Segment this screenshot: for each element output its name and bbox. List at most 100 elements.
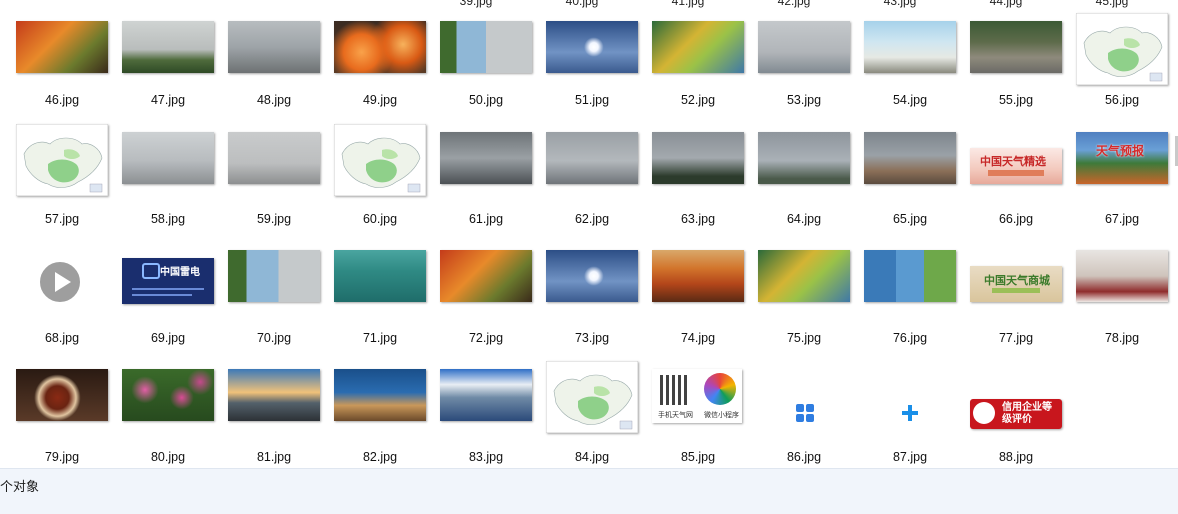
- file-thumbnail: 手机天气网 微信小程序: [652, 369, 742, 423]
- file-item[interactable]: 59.jpg: [228, 132, 334, 249]
- file-thumbnail: [228, 369, 320, 421]
- qr-caption-left: 手机天气网: [658, 412, 693, 419]
- file-thumbnail: [440, 250, 532, 302]
- file-item[interactable]: 83.jpg: [440, 369, 546, 468]
- file-thumbnail: [440, 132, 532, 184]
- file-item[interactable]: 74.jpg: [652, 250, 758, 367]
- plus-icon: [902, 405, 918, 421]
- file-caption: 85.jpg: [680, 450, 716, 464]
- file-thumbnail: [546, 250, 638, 302]
- file-thumbnail: [1076, 13, 1168, 85]
- file-caption: 45.jpg: [1095, 0, 1129, 8]
- file-item[interactable]: 84.jpg: [546, 361, 652, 468]
- file-item[interactable]: 58.jpg: [122, 132, 228, 249]
- file-item[interactable]: 63.jpg: [652, 132, 758, 249]
- file-caption: 61.jpg: [468, 212, 504, 226]
- file-thumbnail: [122, 369, 214, 421]
- file-item[interactable]: 天气预报 67.jpg: [1076, 132, 1178, 249]
- play-video-icon: [38, 260, 82, 304]
- file-caption: 50.jpg: [468, 93, 504, 107]
- file-caption: 66.jpg: [998, 212, 1034, 226]
- file-caption: 82.jpg: [362, 450, 398, 464]
- file-caption: 56.jpg: [1104, 93, 1140, 107]
- file-item[interactable]: 70.jpg: [228, 250, 334, 367]
- file-item[interactable]: 手机天气网 微信小程序 85.jpg: [652, 369, 758, 468]
- file-item[interactable]: 57.jpg: [16, 124, 122, 249]
- file-item[interactable]: 62.jpg: [546, 132, 652, 249]
- file-thumbnail: [758, 250, 850, 302]
- file-caption: 84.jpg: [574, 450, 610, 464]
- file-caption: 58.jpg: [150, 212, 186, 226]
- file-item[interactable]: 68.jpg: [16, 250, 122, 367]
- file-item[interactable]: 80.jpg: [122, 369, 228, 468]
- file-item[interactable]: 54.jpg: [864, 21, 970, 138]
- file-caption: 75.jpg: [786, 331, 822, 345]
- file-caption: 80.jpg: [150, 450, 186, 464]
- mini-program-icon: [704, 373, 736, 405]
- file-item[interactable]: 82.jpg: [334, 369, 440, 468]
- file-thumbnail: [122, 21, 214, 73]
- file-item[interactable]: 中国天气商城 77.jpg: [970, 250, 1076, 367]
- file-item[interactable]: 50.jpg: [440, 21, 546, 138]
- file-thumbnail: [122, 132, 214, 184]
- file-item[interactable]: 79.jpg: [16, 369, 122, 468]
- file-thumbnail: [546, 132, 638, 184]
- app-grid-icon: [796, 404, 814, 422]
- file-item[interactable]: 76.jpg: [864, 250, 970, 367]
- file-item[interactable]: 56.jpg: [1076, 13, 1178, 138]
- file-item[interactable]: 72.jpg: [440, 250, 546, 367]
- file-item[interactable]: 81.jpg: [228, 369, 334, 468]
- file-item[interactable]: 87.jpg: [864, 369, 970, 468]
- file-item[interactable]: 86.jpg: [758, 369, 864, 468]
- status-bar: 个对象: [0, 468, 1178, 514]
- file-item[interactable]: 51.jpg: [546, 21, 652, 138]
- file-caption: 74.jpg: [680, 331, 716, 345]
- file-thumbnail: [758, 132, 850, 184]
- file-caption: 72.jpg: [468, 331, 504, 345]
- file-item[interactable]: 中国天气精选 66.jpg: [970, 132, 1076, 249]
- file-item[interactable]: 49.jpg: [334, 21, 440, 138]
- file-caption: 40.jpg: [565, 0, 599, 8]
- file-thumbnail: 天气预报: [1076, 132, 1168, 184]
- file-caption: 41.jpg: [671, 0, 705, 8]
- file-item[interactable]: 61.jpg: [440, 132, 546, 249]
- file-item[interactable]: 48.jpg: [228, 21, 334, 138]
- file-item[interactable]: 47.jpg: [122, 21, 228, 138]
- file-thumbnail: [758, 21, 850, 73]
- file-caption: 81.jpg: [256, 450, 292, 464]
- file-caption: 54.jpg: [892, 93, 928, 107]
- file-caption: 47.jpg: [150, 93, 186, 107]
- file-item[interactable]: 60.jpg: [334, 124, 440, 249]
- file-thumbnail: 中国天气精选: [970, 148, 1062, 184]
- file-caption: 62.jpg: [574, 212, 610, 226]
- file-item[interactable]: 55.jpg: [970, 21, 1076, 138]
- file-thumbnail: [864, 132, 956, 184]
- file-caption: 64.jpg: [786, 212, 822, 226]
- file-thumbnail: 中国天气商城: [970, 266, 1062, 302]
- file-thumbnail: [970, 21, 1062, 73]
- file-caption: 57.jpg: [44, 212, 80, 226]
- banner-title: 中国天气精选: [980, 156, 1046, 168]
- file-caption: 69.jpg: [150, 331, 186, 345]
- file-thumbnail: [16, 369, 108, 421]
- file-thumbnail: 信用企业等级评价: [970, 399, 1062, 429]
- file-caption: 42.jpg: [777, 0, 811, 8]
- file-item[interactable]: 52.jpg: [652, 21, 758, 138]
- file-item[interactable]: 信用企业等级评价 88.jpg: [970, 369, 1076, 468]
- file-item[interactable]: 中国雷电 69.jpg: [122, 250, 228, 367]
- item-count-label: 个对象: [0, 479, 40, 494]
- file-thumbnail: [652, 21, 744, 73]
- file-item[interactable]: 46.jpg: [16, 21, 122, 138]
- file-caption: 49.jpg: [362, 93, 398, 107]
- file-thumbnail: [334, 369, 426, 421]
- file-item[interactable]: 78.jpg: [1076, 250, 1178, 367]
- file-item[interactable]: 71.jpg: [334, 250, 440, 367]
- file-item[interactable]: 53.jpg: [758, 21, 864, 138]
- file-item[interactable]: 64.jpg: [758, 132, 864, 249]
- file-view[interactable]: 39.jpg 40.jpg 41.jpg 42.jpg 43.jpg 44.jpg 45.j…: [0, 0, 1178, 468]
- file-caption: 48.jpg: [256, 93, 292, 107]
- file-item[interactable]: 65.jpg: [864, 132, 970, 249]
- file-caption: 87.jpg: [892, 450, 928, 464]
- file-item[interactable]: 73.jpg: [546, 250, 652, 367]
- file-item[interactable]: 75.jpg: [758, 250, 864, 367]
